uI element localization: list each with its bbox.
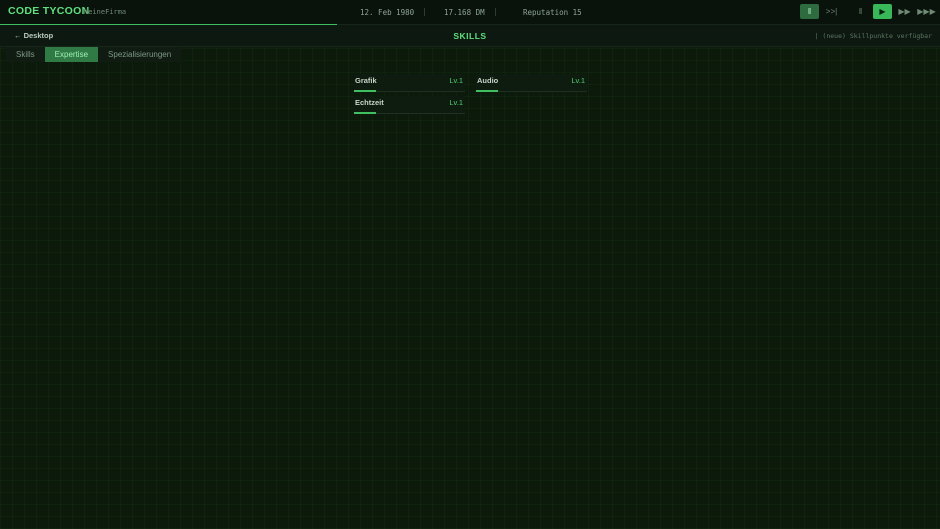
skill-name: Echtzeit <box>355 98 384 107</box>
fast-speed-button[interactable]: ▶▶ <box>895 4 914 19</box>
skip-icon: >>| <box>825 7 838 16</box>
skillpoints-status: | (neue) Skillpunkte verfügbar <box>814 32 932 40</box>
skill-progress-bar <box>476 90 499 92</box>
reputation-display: Reputation 15 <box>523 8 582 17</box>
pause-icon: ‖ <box>858 7 863 16</box>
pause-speed-button[interactable]: ‖ <box>851 4 870 19</box>
game-title: CODE TYCOON <box>8 5 90 17</box>
skill-name: Grafik <box>355 76 377 85</box>
money-display: 17.168 DM <box>444 8 485 17</box>
tab-expertise[interactable]: Expertise <box>44 47 99 62</box>
separator: | <box>422 7 427 16</box>
play-speed-button[interactable]: ▶ <box>873 4 892 19</box>
current-date: 12. Feb 1980 <box>360 8 415 17</box>
tab-skills[interactable]: Skills <box>6 47 45 62</box>
pause-button[interactable]: ‖ <box>800 4 819 19</box>
page-title: SKILLS <box>453 31 487 41</box>
play-icon: ▶ <box>879 7 886 16</box>
skill-level: Lv.1 <box>449 76 463 85</box>
separator: | <box>493 7 498 16</box>
skill-card-echtzeit[interactable]: Echtzeit Lv.1 <box>354 96 465 114</box>
skill-level: Lv.1 <box>571 76 585 85</box>
skill-card-grafik[interactable]: Grafik Lv.1 <box>354 74 465 92</box>
fast-forward-icon: ▶▶ <box>898 7 911 16</box>
company-name: MeineFirma <box>84 8 127 16</box>
fastest-speed-button[interactable]: ▶▶▶ <box>915 4 938 19</box>
fastest-forward-icon: ▶▶▶ <box>917 7 936 16</box>
pause-icon: ‖ <box>807 7 812 16</box>
skill-card-audio[interactable]: Audio Lv.1 <box>476 74 587 92</box>
skill-tabs: Skills Expertise Spezialisierungen <box>6 47 182 62</box>
skip-day-button[interactable]: >>| <box>822 4 841 19</box>
tab-spezialisierungen[interactable]: Spezialisierungen <box>98 47 182 62</box>
skill-name: Audio <box>477 76 499 85</box>
skill-progress-bar <box>354 112 377 114</box>
skill-level: Lv.1 <box>449 98 463 107</box>
skill-progress-bar <box>354 90 377 92</box>
